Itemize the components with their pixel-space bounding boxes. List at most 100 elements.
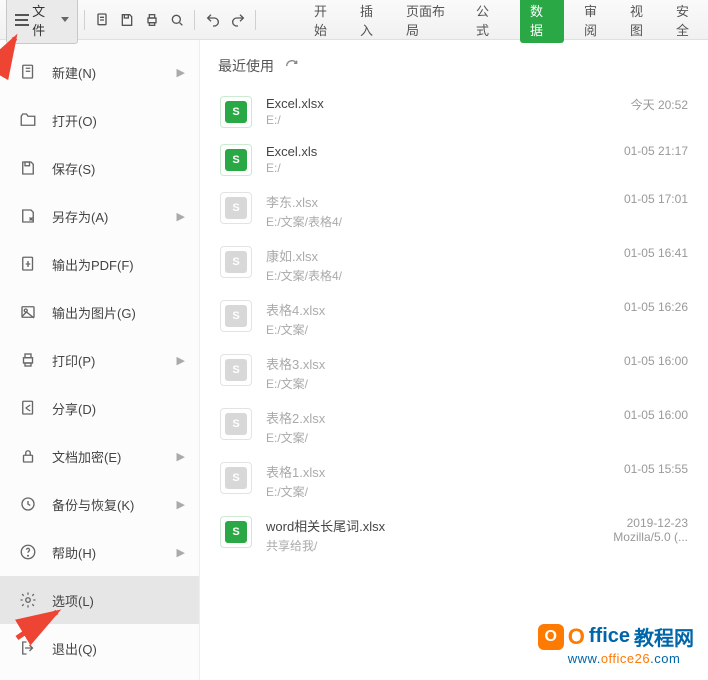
chevron-down-icon	[61, 17, 69, 22]
file-info: Excel.xls E:/	[266, 144, 564, 175]
top-toolbar: 文件 开始 插入 页面布局 公式 数据 审阅 视图 安全	[0, 0, 708, 40]
file-time: 01-05 16:00	[578, 354, 688, 368]
annotation-arrow-icon	[12, 606, 72, 646]
tab-formula[interactable]: 公式	[474, 0, 502, 43]
menu-label: 帮助(H)	[52, 543, 96, 562]
file-name: 表格1.xlsx	[266, 462, 564, 481]
file-name: 李东.xlsx	[266, 192, 564, 211]
recent-file-row[interactable]: S 表格1.xlsx E:/文案/ 01-05 15:55	[218, 454, 690, 508]
saveas-icon	[18, 206, 38, 226]
menu-export-image[interactable]: 输出为图片(G)	[0, 288, 199, 336]
tab-review[interactable]: 审阅	[582, 0, 610, 43]
file-path: E:/文案/表格4/	[266, 267, 564, 284]
file-time: 今天 20:52	[578, 96, 688, 113]
help-icon	[18, 542, 38, 562]
tab-insert[interactable]: 插入	[358, 0, 386, 43]
menu-label: 打开(O)	[52, 111, 97, 130]
spreadsheet-icon: S	[220, 462, 252, 494]
menu-encrypt[interactable]: 文档加密(E) ▶	[0, 432, 199, 480]
file-info: 表格2.xlsx E:/文案/	[266, 408, 564, 446]
footer-logo: O Office教程网 www.office26.com	[538, 622, 694, 666]
menu-open[interactable]: 打开(O)	[0, 96, 199, 144]
file-name: 康如.xlsx	[266, 246, 564, 265]
divider	[255, 10, 256, 30]
menu-label: 文档加密(E)	[52, 447, 121, 466]
file-name: 表格3.xlsx	[266, 354, 564, 373]
tab-pagelayout[interactable]: 页面布局	[404, 0, 456, 43]
spreadsheet-icon: S	[220, 516, 252, 548]
file-path: E:/文案/	[266, 321, 564, 338]
recent-file-row[interactable]: S 表格4.xlsx E:/文案/ 01-05 16:26	[218, 292, 690, 346]
recent-file-row[interactable]: S Excel.xlsx E:/ 今天 20:52	[218, 88, 690, 136]
recent-file-row[interactable]: S 表格2.xlsx E:/文案/ 01-05 16:00	[218, 400, 690, 454]
logo-text: ffice	[589, 625, 630, 648]
save-icon	[18, 158, 38, 178]
menu-label: 备份与恢复(K)	[52, 495, 134, 514]
spreadsheet-icon: S	[220, 192, 252, 224]
file-info: Excel.xlsx E:/	[266, 96, 564, 127]
file-time: 2019-12-23Mozilla/5.0 (...	[578, 516, 688, 544]
menu-export-pdf[interactable]: 输出为PDF(F)	[0, 240, 199, 288]
chevron-right-icon: ▶	[177, 354, 185, 367]
menu-label: 另存为(A)	[52, 207, 108, 226]
menu-label: 分享(D)	[52, 399, 96, 418]
image-icon	[18, 302, 38, 322]
file-info: word相关长尾词.xlsx 共享给我/	[266, 516, 564, 554]
file-info: 表格3.xlsx E:/文案/	[266, 354, 564, 392]
refresh-icon[interactable]	[284, 58, 300, 74]
recent-list: S Excel.xlsx E:/ 今天 20:52 S Excel.xls E:…	[218, 88, 690, 562]
recent-file-row[interactable]: S word相关长尾词.xlsx 共享给我/ 2019-12-23Mozilla…	[218, 508, 690, 562]
logo-letter: O	[568, 624, 585, 650]
hamburger-icon	[15, 19, 28, 21]
menu-share[interactable]: 分享(D)	[0, 384, 199, 432]
tab-view[interactable]: 视图	[628, 0, 656, 43]
menu-saveas[interactable]: 另存为(A) ▶	[0, 192, 199, 240]
menu-label: 保存(S)	[52, 159, 95, 178]
preview-icon[interactable]	[165, 8, 188, 32]
chevron-right-icon: ▶	[177, 546, 185, 559]
menu-print[interactable]: 打印(P) ▶	[0, 336, 199, 384]
chevron-right-icon: ▶	[177, 498, 185, 511]
menu-save[interactable]: 保存(S)	[0, 144, 199, 192]
file-time: 01-05 16:26	[578, 300, 688, 314]
logo-cn: 教程网	[634, 622, 694, 651]
file-name: 表格2.xlsx	[266, 408, 564, 427]
file-info: 表格1.xlsx E:/文案/	[266, 462, 564, 500]
divider	[84, 10, 85, 30]
recent-file-row[interactable]: S 李东.xlsx E:/文案/表格4/ 01-05 17:01	[218, 184, 690, 238]
print-icon[interactable]	[140, 8, 163, 32]
menu-help[interactable]: 帮助(H) ▶	[0, 528, 199, 576]
undo-icon[interactable]	[201, 8, 224, 32]
print-icon	[18, 350, 38, 370]
file-time: 01-05 16:00	[578, 408, 688, 422]
menu-label: 输出为图片(G)	[52, 303, 136, 322]
new-doc-icon[interactable]	[90, 8, 113, 32]
recent-file-row[interactable]: S 表格3.xlsx E:/文案/ 01-05 16:00	[218, 346, 690, 400]
recent-file-row[interactable]: S 康如.xlsx E:/文案/表格4/ 01-05 16:41	[218, 238, 690, 292]
spreadsheet-icon: S	[220, 144, 252, 176]
recent-file-row[interactable]: S Excel.xls E:/ 01-05 21:17	[218, 136, 690, 184]
tab-start[interactable]: 开始	[312, 0, 340, 43]
file-time: 01-05 21:17	[578, 144, 688, 158]
save-icon[interactable]	[115, 8, 138, 32]
spreadsheet-icon: S	[220, 96, 252, 128]
redo-icon[interactable]	[226, 8, 249, 32]
divider	[194, 10, 195, 30]
lock-icon	[18, 446, 38, 466]
file-name: Excel.xls	[266, 144, 564, 159]
file-path: E:/文案/	[266, 375, 564, 392]
file-path: E:/文案/表格4/	[266, 213, 564, 230]
file-path: E:/文案/	[266, 483, 564, 500]
chevron-right-icon: ▶	[177, 450, 185, 463]
spreadsheet-icon: S	[220, 300, 252, 332]
spreadsheet-icon: S	[220, 408, 252, 440]
file-path: E:/文案/	[266, 429, 564, 446]
backup-icon	[18, 494, 38, 514]
tab-data[interactable]: 数据	[520, 0, 564, 43]
tab-security[interactable]: 安全	[674, 0, 702, 43]
file-path: E:/	[266, 113, 564, 127]
folder-icon	[18, 110, 38, 130]
recent-title: 最近使用	[218, 56, 274, 76]
menu-backup[interactable]: 备份与恢复(K) ▶	[0, 480, 199, 528]
annotation-arrow-icon	[0, 32, 45, 82]
